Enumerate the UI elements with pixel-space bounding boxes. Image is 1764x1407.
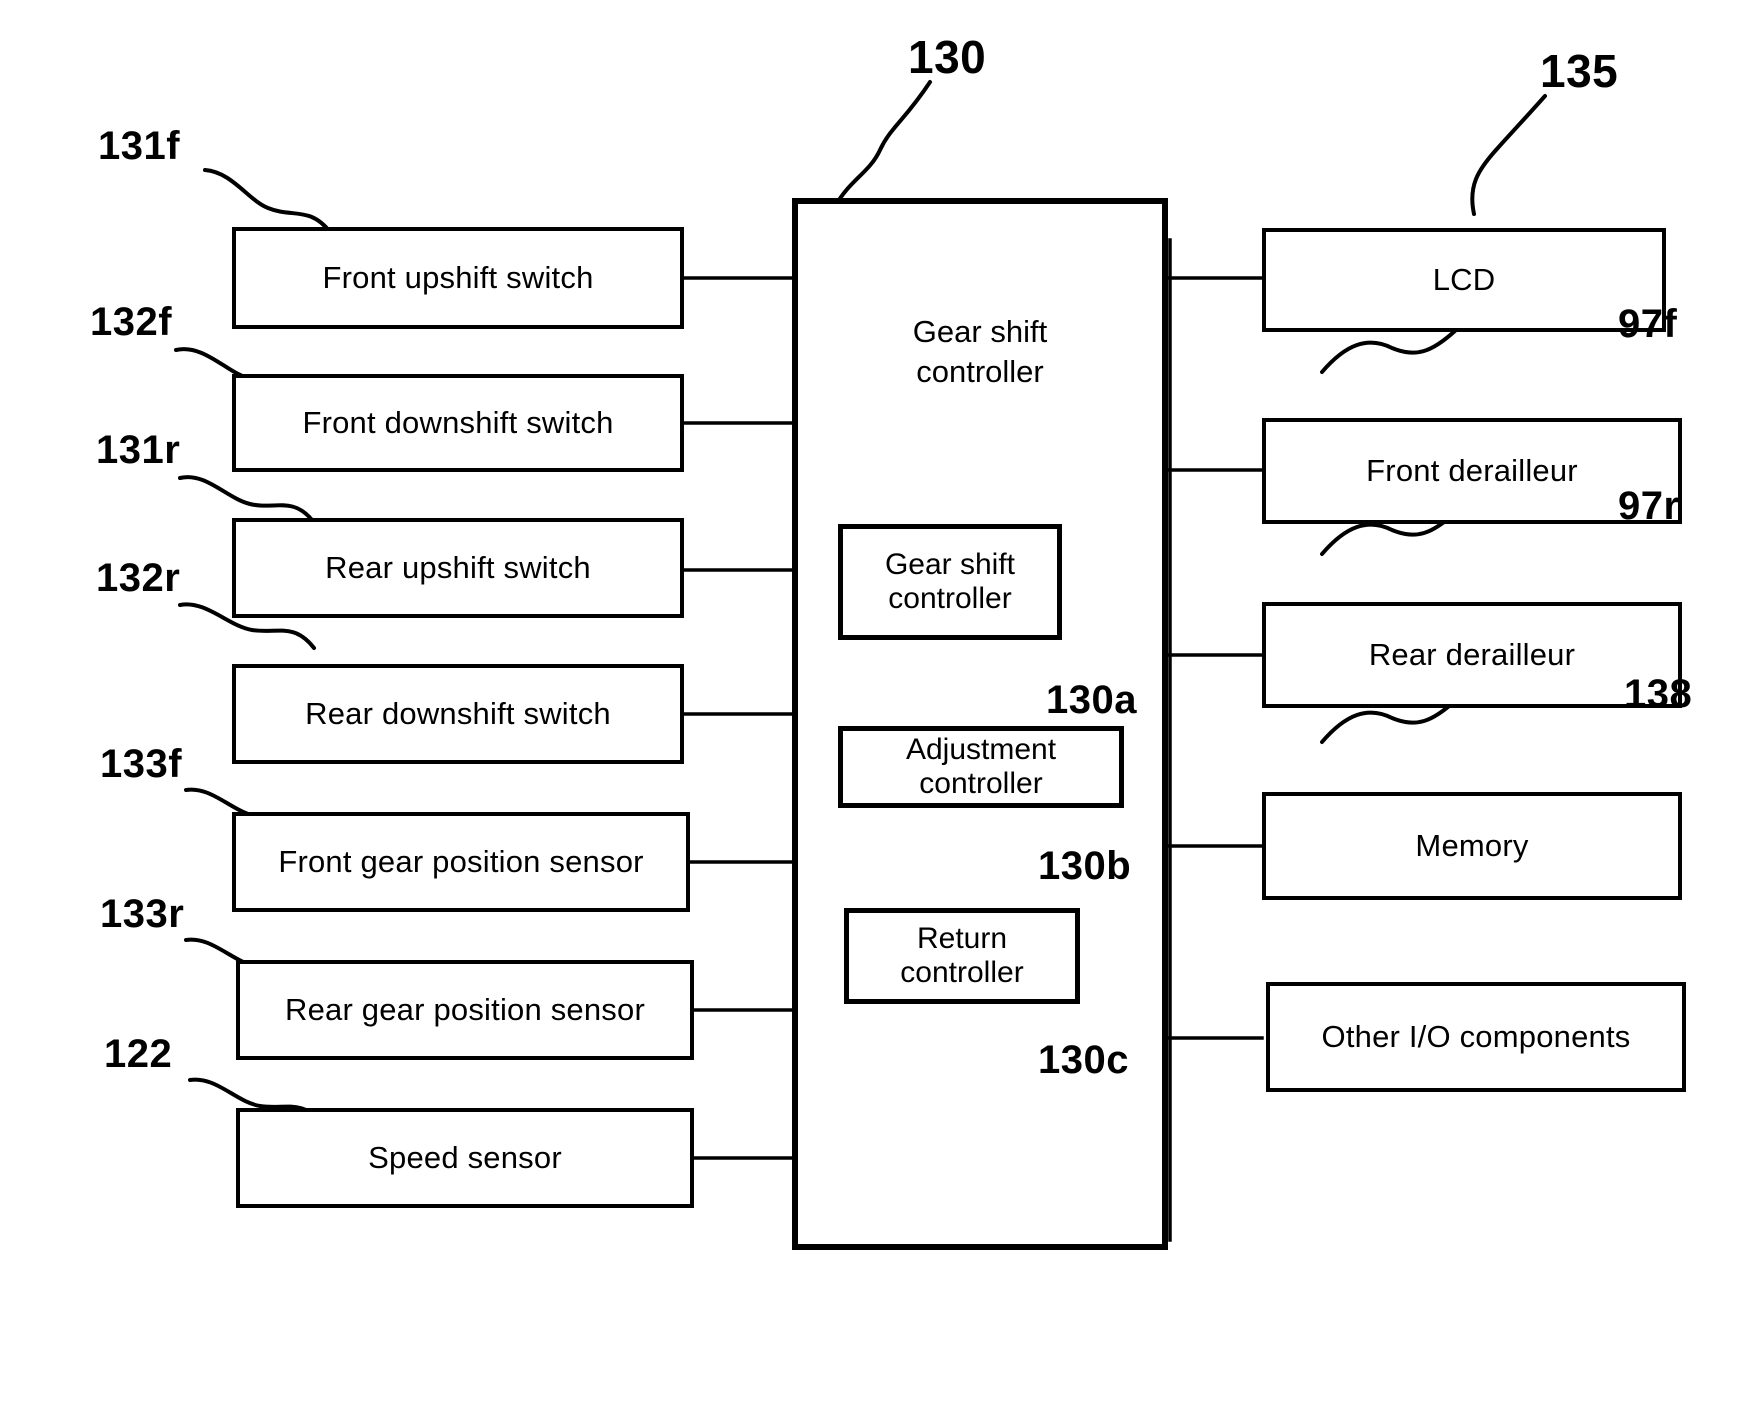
subblock-adjustment-controller: Adjustment controller	[838, 726, 1124, 808]
input-box-rear-downshift-switch: Rear downshift switch	[232, 664, 684, 764]
input-label-rear-downshift-switch: Rear downshift switch	[305, 695, 611, 731]
output-box-lcd: LCD	[1262, 228, 1666, 332]
input-box-front-downshift-switch: Front downshift switch	[232, 374, 684, 472]
output-label-other-io-components: Other I/O components	[1321, 1018, 1631, 1054]
subblock-return-controller-line2: controller	[900, 956, 1024, 989]
subblock-gear-shift-controller: Gear shift controller	[838, 524, 1062, 640]
ref-130b: 130b	[1038, 844, 1132, 888]
subblock-gear-shift-controller-line2: controller	[888, 582, 1012, 615]
ref-133f: 133f	[100, 742, 183, 786]
output-label-front-derailleur: Front derailleur	[1366, 452, 1578, 488]
ref-138: 138	[1624, 672, 1693, 716]
input-label-front-upshift-switch: Front upshift switch	[322, 259, 594, 295]
ref-131f: 131f	[98, 124, 181, 168]
output-box-rear-derailleur: Rear derailleur	[1262, 602, 1682, 708]
output-box-other-io-components: Other I/O components	[1266, 982, 1686, 1092]
ref-130c: 130c	[1038, 1038, 1129, 1082]
gear-shift-controller-title: Gear shift controller	[812, 312, 1148, 391]
ref-122: 122	[104, 1032, 173, 1076]
subblock-return-controller: Return controller	[844, 908, 1080, 1004]
output-label-memory: Memory	[1415, 827, 1529, 863]
output-label-rear-derailleur: Rear derailleur	[1368, 636, 1576, 672]
input-label-speed-sensor: Speed sensor	[368, 1139, 562, 1175]
input-label-rear-upshift-switch: Rear upshift switch	[325, 549, 591, 585]
subblock-adjustment-controller-line1: Adjustment	[905, 733, 1057, 767]
input-box-front-upshift-switch: Front upshift switch	[232, 227, 684, 329]
ref-132r: 132r	[96, 556, 181, 600]
ref-133r: 133r	[100, 892, 185, 936]
ref-130: 130	[908, 31, 987, 83]
input-label-front-downshift-switch: Front downshift switch	[302, 404, 614, 440]
input-box-front-gear-position-sensor: Front gear position sensor	[232, 812, 690, 912]
input-box-speed-sensor: Speed sensor	[236, 1108, 694, 1208]
ref-130a: 130a	[1046, 678, 1137, 722]
ref-97r: 97r	[1618, 484, 1680, 528]
ref-131r: 131r	[96, 428, 181, 472]
input-label-front-gear-position-sensor: Front gear position sensor	[278, 843, 644, 879]
controller-title-line2: controller	[916, 353, 1044, 389]
input-label-rear-gear-position-sensor: Rear gear position sensor	[285, 991, 645, 1027]
subblock-adjustment-controller-line2: controller	[919, 767, 1043, 800]
input-box-rear-gear-position-sensor: Rear gear position sensor	[236, 960, 694, 1060]
patent-figure: Gear shift controller Gear shift control…	[0, 0, 1764, 1407]
controller-title-line1: Gear shift	[912, 314, 1048, 349]
output-label-lcd: LCD	[1432, 261, 1496, 297]
subblock-gear-shift-controller-line1: Gear shift	[884, 548, 1016, 582]
subblock-return-controller-line1: Return	[916, 922, 1008, 956]
input-box-rear-upshift-switch: Rear upshift switch	[232, 518, 684, 618]
ref-132f: 132f	[90, 300, 173, 344]
ref-135: 135	[1540, 45, 1619, 97]
output-box-memory: Memory	[1262, 792, 1682, 900]
ref-97f: 97f	[1618, 302, 1678, 346]
